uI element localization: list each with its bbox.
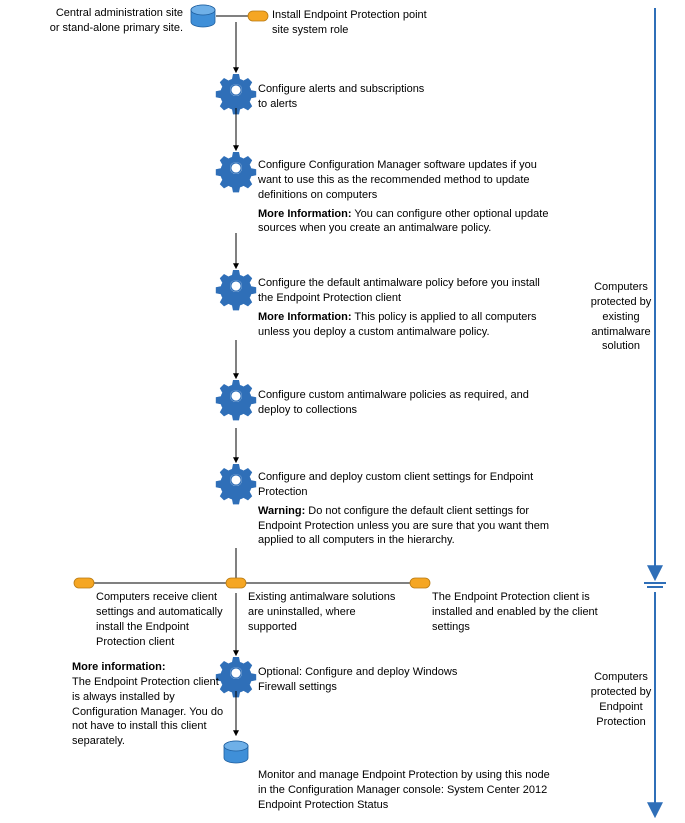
sidebar-top: Computers protected by existing antimalw… [586,280,656,354]
text: Optional: Configure and deploy Windows F… [258,666,457,693]
text: Monitor and manage Endpoint Protection b… [258,769,550,811]
gear-icon [216,464,256,504]
text: Configure Configuration Manager software… [258,159,537,201]
text: Computers protected by Endpoint Protecti… [591,671,652,728]
text: The Endpoint Protection client is instal… [432,591,598,633]
gear-icon [216,74,256,114]
database-icon [224,741,248,763]
text: Configure alerts and subscriptions to al… [258,83,424,110]
text: Configure and deploy custom client setti… [258,471,533,498]
database-icon [191,5,215,27]
text: Computers protected by existing antimalw… [591,281,652,352]
connector-pill [74,578,94,588]
text: Central administration siteor stand-alon… [50,7,183,34]
connector-pill [226,578,246,588]
label: More Information: [258,311,352,323]
step-firewall: Optional: Configure and deploy Windows F… [258,665,478,695]
text: Install Endpoint Protection point site s… [272,9,427,36]
step-client-settings: Configure and deploy custom client setti… [258,470,558,548]
step-updates: Configure Configuration Manager software… [258,158,558,236]
gear-icon [216,152,256,192]
label: Warning: [258,505,305,517]
connector-pill [248,11,268,21]
label: More Information: [258,208,352,220]
step-alerts: Configure alerts and subscriptions to al… [258,82,428,112]
step-monitor: Monitor and manage Endpoint Protection b… [258,768,558,813]
step-default-policy: Configure the default antimalware policy… [258,276,558,339]
connector-pill [410,578,430,588]
gear-icon [216,270,256,310]
step-install: Install Endpoint Protection point site s… [272,8,442,38]
label: More information: [72,661,166,673]
gear-icon [216,380,256,420]
branch-left: Computers receive client settings and au… [96,590,228,649]
text: Configure custom antimalware policies as… [258,389,529,416]
branch-mid: Existing antimalware solutions are unins… [248,590,398,635]
text: Existing antimalware solutions are unins… [248,591,395,633]
text: Computers receive client settings and au… [96,591,223,648]
text: The Endpoint Protection client is always… [72,676,223,747]
step-custom-policies: Configure custom antimalware policies as… [258,388,548,418]
branch-right: The Endpoint Protection client is instal… [432,590,602,635]
text: Configure the default antimalware policy… [258,277,540,304]
more-info-block: More information: The Endpoint Protectio… [72,660,227,749]
sidebar-bottom: Computers protected by Endpoint Protecti… [586,670,656,729]
site-label: Central administration siteor stand-alon… [0,6,183,36]
